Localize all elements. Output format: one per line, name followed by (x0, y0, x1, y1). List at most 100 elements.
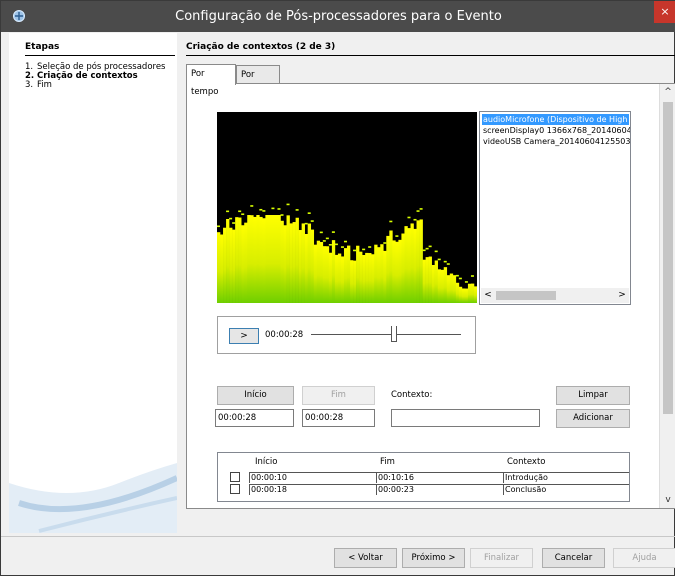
spectrum-bar (238, 217, 242, 303)
media-item-video[interactable]: videoUSB Camera_20140604125503 (482, 136, 630, 147)
contexto-label: Contexto: (391, 390, 433, 400)
scroll-down-icon[interactable]: v (660, 492, 675, 508)
column-header-contexto[interactable]: Contexto (507, 457, 546, 467)
spectrum-peak (271, 207, 275, 210)
column-header-inicio[interactable]: Início (255, 457, 278, 467)
spectrum-peak (425, 247, 429, 250)
table-row[interactable]: 00:00:10 00:10:16 Introdução (218, 472, 629, 483)
spectrum-bar (407, 228, 411, 303)
spectrum-peak (395, 235, 399, 237)
footer-divider (1, 536, 675, 537)
spectrum-bar (244, 222, 248, 303)
spectrum-bar (337, 253, 342, 303)
media-item-audio[interactable]: audioMicrofone (Dispositivo de High De (482, 114, 629, 125)
horizontal-scrollbar[interactable]: < > (481, 288, 629, 303)
tab-por-midia[interactable]: Por mídia (236, 65, 280, 98)
inicio-button[interactable]: Início (217, 386, 294, 405)
steps-divider (25, 55, 175, 56)
spectrum-bar (413, 228, 417, 303)
spectrum-bar (431, 265, 435, 303)
spectrum-peak (328, 244, 332, 246)
vertical-scrollbar[interactable]: ^ v (659, 84, 675, 508)
spectrum-bar (325, 246, 330, 303)
page-title: Criação de contextos (2 de 3) (186, 42, 336, 52)
media-item-screen[interactable]: screenDisplay0 1366x768_201406041 (482, 125, 630, 136)
spectrum-peak (325, 237, 329, 240)
proximo-button[interactable]: Próximo > (402, 548, 465, 568)
scroll-right-icon[interactable]: > (615, 288, 629, 303)
spectrum-bar (286, 215, 290, 303)
scroll-left-icon[interactable]: < (481, 288, 495, 303)
spectrum-bar (295, 217, 299, 303)
time-slider-thumb[interactable] (390, 326, 397, 342)
spectrum-bar (223, 227, 227, 303)
spectrum-bar (235, 217, 239, 303)
row-checkbox[interactable] (230, 472, 240, 482)
spectrum-bar (410, 223, 414, 303)
spectrum-bar (404, 226, 408, 303)
spectrum-peak (331, 231, 335, 233)
spectrum-bar (319, 242, 324, 303)
play-button[interactable]: > (229, 328, 259, 344)
tab-por-tempo[interactable]: Por tempo (186, 64, 236, 97)
spectrum-bar (392, 240, 396, 303)
player-controls: > 00:00:28 (217, 316, 476, 354)
spectrum-bar (464, 288, 469, 303)
spectrum-bar (298, 230, 302, 303)
spectrum-bar (289, 223, 293, 303)
spectrum-peak (458, 277, 462, 280)
cell-inicio: 00:00:18 (249, 484, 376, 495)
spectrum-bar (419, 219, 423, 303)
spectrum-peak (304, 222, 308, 225)
voltar-button[interactable]: < Voltar (334, 548, 397, 568)
column-header-fim[interactable]: Fim (380, 457, 395, 467)
spectrum-bar (434, 260, 438, 303)
contexts-table: Início Fim Contexto 00:00:10 00:10:16 In… (217, 452, 630, 502)
adicionar-button[interactable]: Adicionar (556, 409, 630, 428)
cancelar-button[interactable]: Cancelar (542, 548, 605, 568)
spectrum-peak (428, 245, 432, 248)
media-list[interactable]: audioMicrofone (Dispositivo de High De s… (479, 111, 631, 305)
spectrum-peak (443, 260, 447, 263)
finalizar-button[interactable]: Finalizar (470, 548, 533, 568)
spectrum-bar (343, 248, 348, 303)
spectrum-bar (259, 216, 263, 303)
spectrum-peak (229, 217, 233, 220)
spectrum-bar (347, 245, 351, 303)
time-slider[interactable] (311, 334, 461, 335)
spectrum-bar (241, 225, 245, 303)
decorative-swoosh (9, 463, 177, 533)
ajuda-button[interactable]: Ajuda (613, 548, 675, 568)
hscroll-thumb[interactable] (496, 291, 556, 300)
limpar-button[interactable]: Limpar (556, 386, 630, 405)
cell-contexto: Conclusão (503, 484, 629, 495)
step-item-3: 3. Fim (25, 80, 52, 90)
spectrum-bar (371, 254, 375, 303)
steps-title: Etapas (25, 42, 60, 52)
spectrum-peak (241, 213, 245, 216)
spectrum-bar (280, 220, 284, 303)
table-row[interactable]: 00:00:18 00:00:23 Conclusão (218, 484, 629, 495)
contexto-field[interactable] (391, 409, 540, 427)
spectrum-bar (232, 229, 236, 303)
scroll-thumb[interactable] (663, 102, 673, 414)
spectrum-bars (217, 203, 477, 303)
spectrum-bar (253, 216, 257, 303)
spectrum-bar (365, 252, 369, 303)
spectrum-bar (461, 288, 466, 303)
spectrum-peak (310, 220, 314, 222)
spectrum-bar (322, 246, 327, 303)
close-button[interactable]: × (654, 1, 675, 23)
spectrum-bar (383, 250, 387, 303)
spectrum-bar (304, 234, 308, 303)
inicio-field[interactable]: 00:00:28 (215, 409, 294, 427)
row-checkbox[interactable] (230, 484, 240, 494)
fim-button[interactable]: Fim (302, 386, 375, 405)
fim-field[interactable]: 00:00:28 (302, 409, 375, 427)
spectrum-bar (440, 269, 445, 303)
scroll-up-icon[interactable]: ^ (660, 84, 675, 100)
audio-spectrum-view (217, 112, 477, 303)
wizard-window: Configuração de Pós-processadores para o… (0, 0, 675, 576)
spectrum-peak (250, 205, 254, 207)
spectrum-bar (247, 215, 251, 303)
